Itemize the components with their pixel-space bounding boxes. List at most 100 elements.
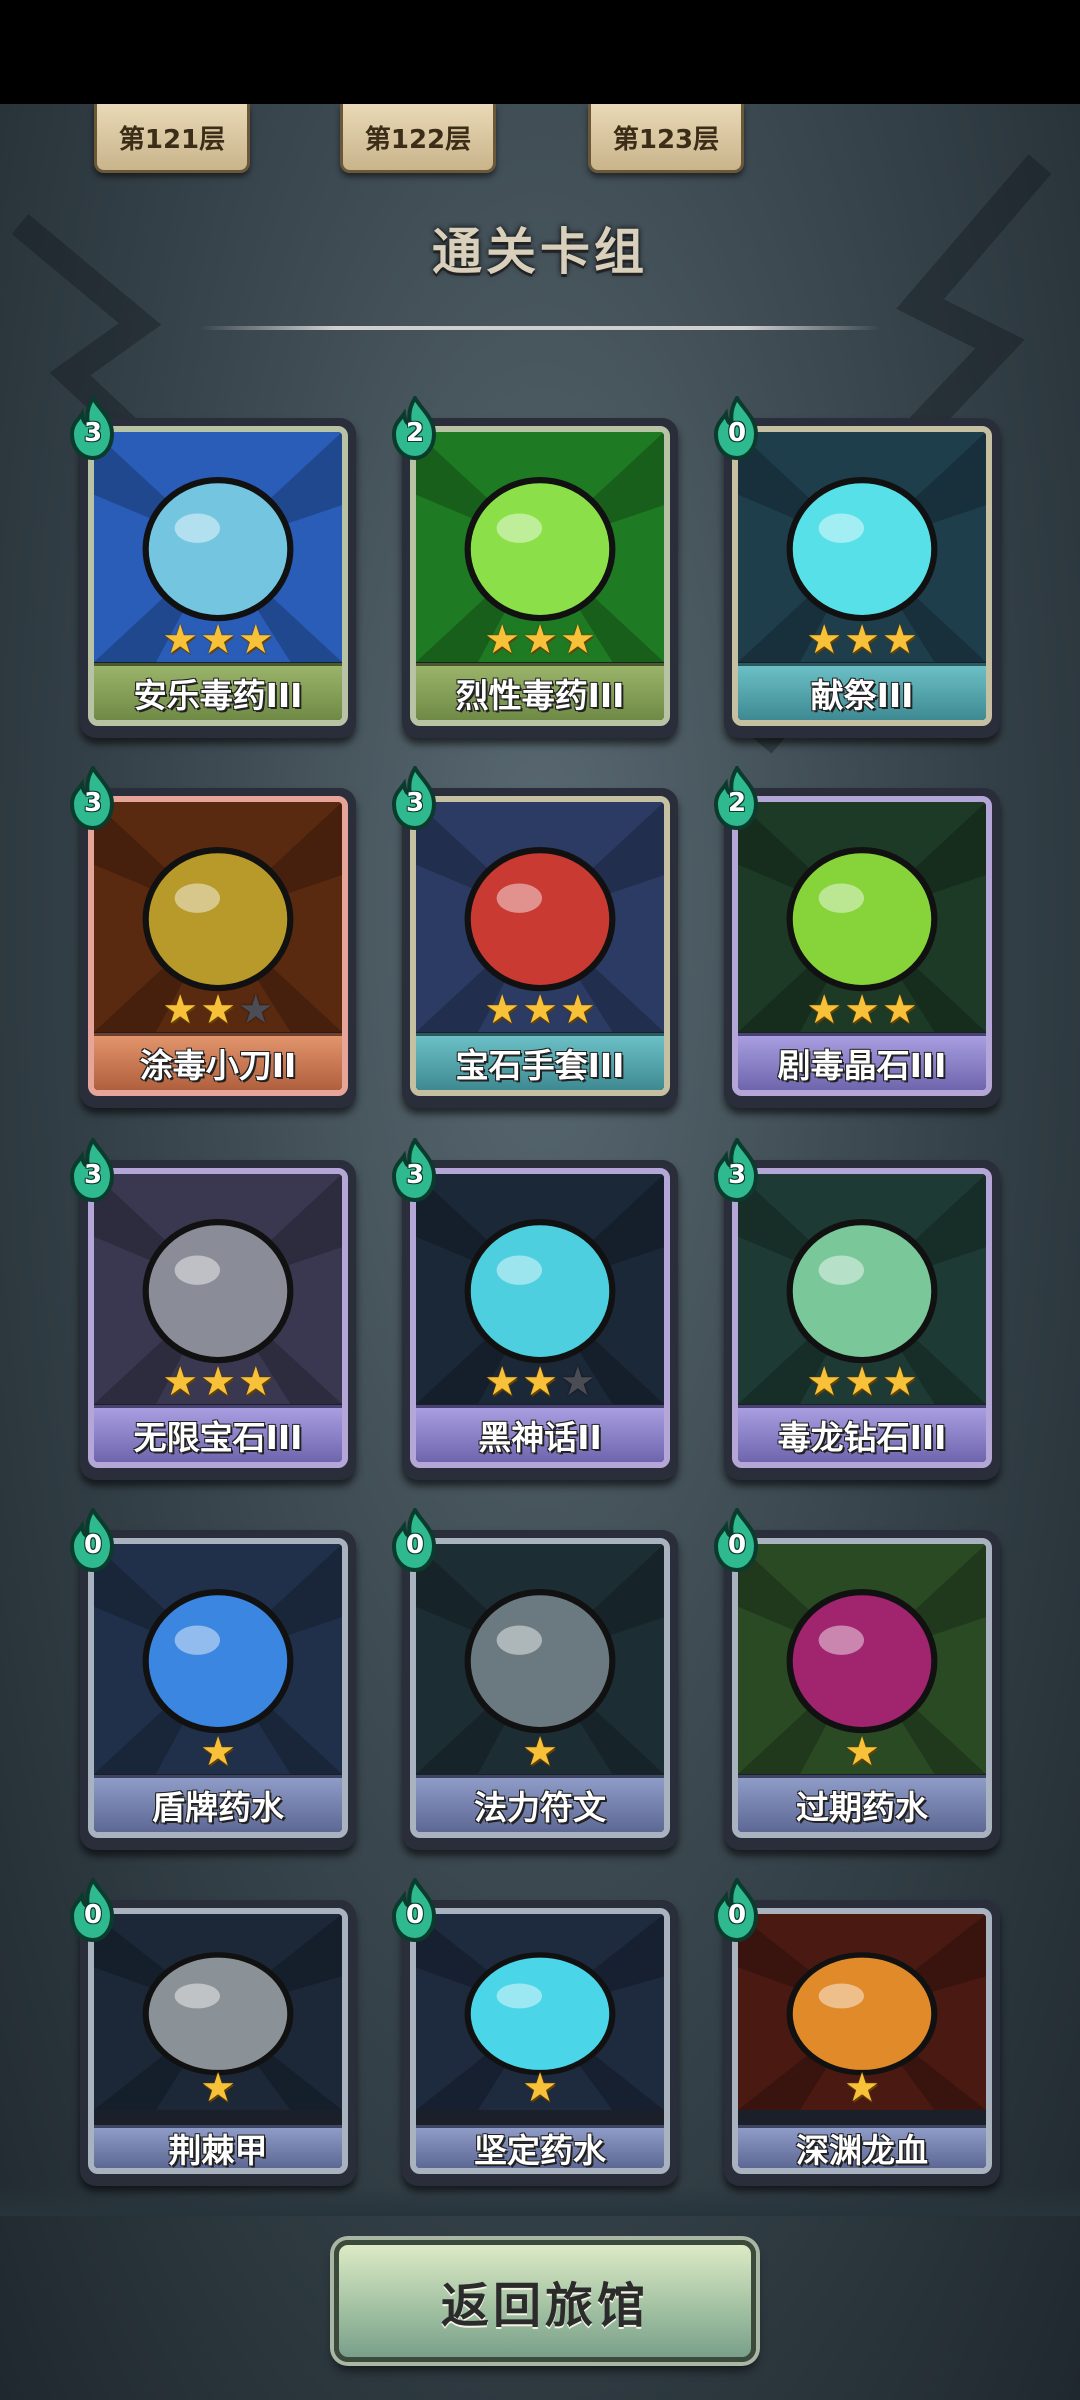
card-frame: ★ 荆棘甲 xyxy=(88,1908,348,2174)
star-filled-icon: ★ xyxy=(484,1359,521,1405)
star-filled-icon: ★ xyxy=(162,617,199,663)
star-filled-icon: ★ xyxy=(484,617,521,663)
star-filled-icon: ★ xyxy=(200,2065,236,2111)
mana-cost-value: 0 xyxy=(83,1530,103,1560)
mana-cost-value: 0 xyxy=(83,1900,103,1930)
star-rating: ★ ★ ★ xyxy=(94,1360,342,1404)
card[interactable]: ★ ★ ★ 献祭III 0 xyxy=(713,396,1000,738)
card[interactable]: ★ ★ ★ 烈性毒药III 2 xyxy=(391,396,678,738)
return-to-inn-button[interactable]: 返回旅馆 xyxy=(334,2240,756,2362)
mana-cost-value: 0 xyxy=(727,418,747,448)
mana-cost-badge: 0 xyxy=(388,1508,442,1572)
mana-cost-value: 2 xyxy=(405,418,425,448)
card-frame: ★ ★ ★ 涂毒小刀II xyxy=(88,796,348,1096)
floor-tab-122[interactable]: 第122层 xyxy=(340,104,496,173)
star-rating: ★ ★ ★ xyxy=(738,1360,986,1404)
star-rating: ★ ★ ★ xyxy=(416,1360,664,1404)
mana-cost-badge: 3 xyxy=(710,1138,764,1202)
card-frame: ★ ★ ★ 剧毒晶石III xyxy=(732,796,992,1096)
card[interactable]: ★ 坚定药水 0 xyxy=(391,1878,678,2186)
card-name: 过期药水 xyxy=(738,1775,986,1832)
card-name: 安乐毒药III xyxy=(94,663,342,720)
page-title: 通关卡组 xyxy=(432,223,648,281)
card[interactable]: ★ 深渊龙血 0 xyxy=(713,1878,1000,2186)
mana-cost-badge: 2 xyxy=(388,396,442,460)
star-rating: ★ xyxy=(416,1730,664,1774)
title-divider xyxy=(200,326,880,330)
mana-cost-value: 3 xyxy=(405,1160,425,1190)
card-name: 盾牌药水 xyxy=(94,1775,342,1832)
star-filled-icon: ★ xyxy=(162,987,199,1033)
star-filled-icon: ★ xyxy=(522,1729,558,1775)
mana-cost-badge: 3 xyxy=(388,1138,442,1202)
star-rating: ★ ★ ★ xyxy=(738,618,986,662)
star-rating: ★ xyxy=(738,2066,986,2110)
mana-cost-badge: 0 xyxy=(710,1878,764,1942)
card[interactable]: ★ 荆棘甲 0 xyxy=(69,1878,356,2186)
star-filled-icon: ★ xyxy=(806,1359,843,1405)
floor-tab-121[interactable]: 第121层 xyxy=(94,104,250,173)
mana-cost-badge: 3 xyxy=(66,396,120,460)
star-filled-icon: ★ xyxy=(844,1729,880,1775)
card-name: 毒龙钻石III xyxy=(738,1405,986,1462)
star-filled-icon: ★ xyxy=(522,1359,558,1405)
star-rating: ★ ★ ★ xyxy=(416,618,664,662)
star-filled-icon: ★ xyxy=(806,987,843,1033)
star-filled-icon: ★ xyxy=(162,1359,199,1405)
star-rating: ★ ★ ★ xyxy=(738,988,986,1032)
card[interactable]: ★ ★ ★ 宝石手套III 3 xyxy=(391,766,678,1108)
card[interactable]: ★ 法力符文 0 xyxy=(391,1508,678,1850)
star-filled-icon: ★ xyxy=(484,987,521,1033)
card[interactable]: ★ ★ ★ 毒龙钻石III 3 xyxy=(713,1138,1000,1480)
mana-cost-value: 0 xyxy=(727,1900,747,1930)
card[interactable]: ★ 盾牌药水 0 xyxy=(69,1508,356,1850)
mana-cost-value: 2 xyxy=(727,788,747,818)
card-name: 无限宝石III xyxy=(94,1405,342,1462)
mana-cost-badge: 0 xyxy=(710,1508,764,1572)
mana-cost-value: 0 xyxy=(405,1900,425,1930)
card[interactable]: ★ ★ ★ 无限宝石III 3 xyxy=(69,1138,356,1480)
card-frame: ★ ★ ★ 安乐毒药III xyxy=(88,426,348,726)
card-frame: ★ 法力符文 xyxy=(410,1538,670,1838)
card-frame: ★ 坚定药水 xyxy=(410,1908,670,2174)
card-frame: ★ ★ ★ 无限宝石III xyxy=(88,1168,348,1468)
mana-cost-badge: 3 xyxy=(66,1138,120,1202)
card[interactable]: ★ ★ ★ 安乐毒药III 3 xyxy=(69,396,356,738)
card-frame: ★ 过期药水 xyxy=(732,1538,992,1838)
star-filled-icon: ★ xyxy=(881,617,918,663)
card[interactable]: ★ ★ ★ 黑神话II 3 xyxy=(391,1138,678,1480)
star-filled-icon: ★ xyxy=(237,617,274,663)
card[interactable]: ★ ★ ★ 涂毒小刀II 3 xyxy=(69,766,356,1108)
card-name: 法力符文 xyxy=(416,1775,664,1832)
card-name: 黑神话II xyxy=(416,1405,664,1462)
card-frame: ★ ★ ★ 黑神话II xyxy=(410,1168,670,1468)
card-name: 深渊龙血 xyxy=(738,2125,986,2168)
floor-tab-123[interactable]: 第123层 xyxy=(588,104,744,173)
card-frame: ★ ★ ★ 毒龙钻石III xyxy=(732,1168,992,1468)
star-filled-icon: ★ xyxy=(200,617,236,663)
star-filled-icon: ★ xyxy=(559,617,596,663)
mana-cost-badge: 0 xyxy=(66,1878,120,1942)
mana-cost-value: 3 xyxy=(83,418,103,448)
mana-cost-value: 3 xyxy=(83,1160,103,1190)
star-filled-icon: ★ xyxy=(237,1359,274,1405)
star-filled-icon: ★ xyxy=(844,2065,880,2111)
mana-cost-badge: 0 xyxy=(710,396,764,460)
star-filled-icon: ★ xyxy=(200,1359,236,1405)
card-frame: ★ ★ ★ 烈性毒药III xyxy=(410,426,670,726)
mana-cost-badge: 0 xyxy=(66,1508,120,1572)
mana-cost-badge: 3 xyxy=(66,766,120,830)
mana-cost-badge: 3 xyxy=(388,766,442,830)
star-filled-icon: ★ xyxy=(200,1729,236,1775)
card[interactable]: ★ ★ ★ 剧毒晶石III 2 xyxy=(713,766,1000,1108)
star-rating: ★ xyxy=(94,1730,342,1774)
card[interactable]: ★ 过期药水 0 xyxy=(713,1508,1000,1850)
scroll-fade xyxy=(0,2186,1080,2216)
mana-cost-value: 0 xyxy=(727,1530,747,1560)
mana-cost-value: 3 xyxy=(405,788,425,818)
mana-cost-value: 0 xyxy=(405,1530,425,1560)
star-filled-icon: ★ xyxy=(881,1359,918,1405)
star-filled-icon: ★ xyxy=(200,987,236,1033)
star-filled-icon: ★ xyxy=(881,987,918,1033)
star-filled-icon: ★ xyxy=(522,987,558,1033)
